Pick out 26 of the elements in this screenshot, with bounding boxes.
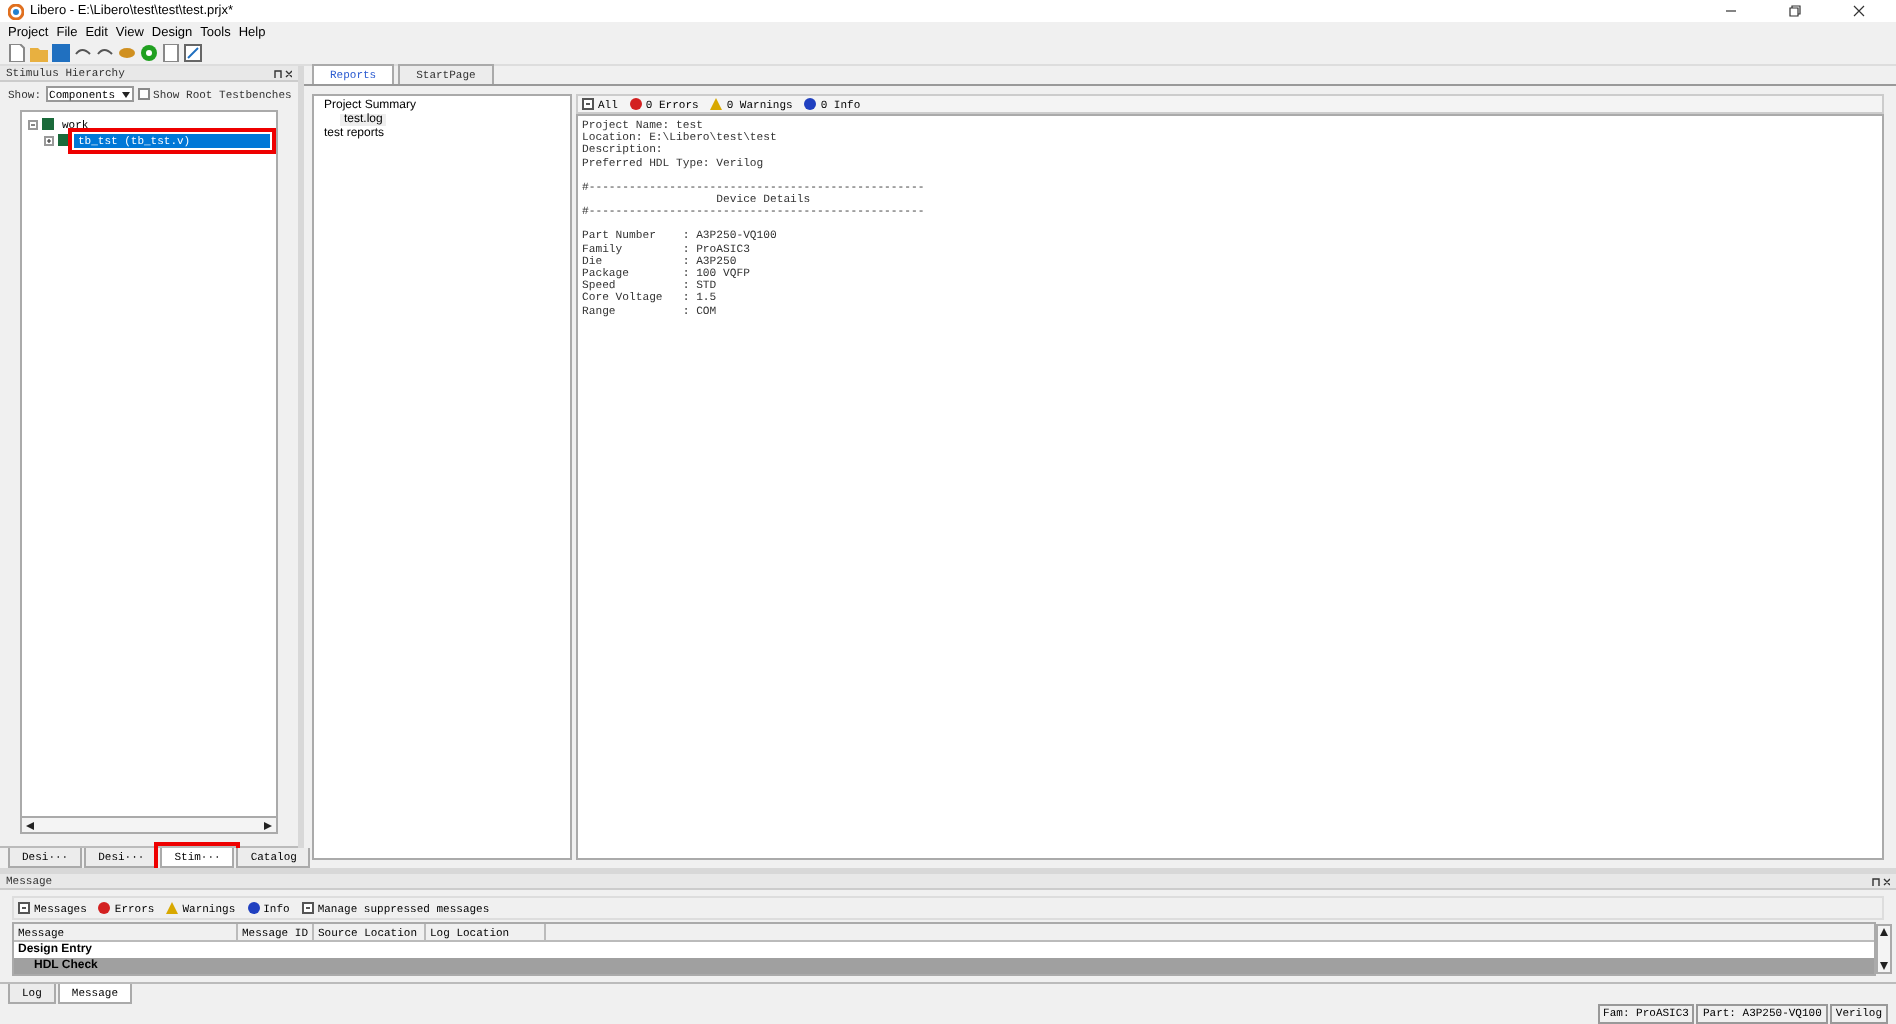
list-icon xyxy=(18,902,30,914)
list-icon xyxy=(301,902,314,914)
caret-icon[interactable] xyxy=(121,91,130,97)
run-icon[interactable] xyxy=(140,44,158,62)
horizontal-scrollbar[interactable] xyxy=(20,818,278,834)
checkbox[interactable] xyxy=(137,88,150,100)
close-icon[interactable] xyxy=(1852,4,1866,18)
warning-icon xyxy=(710,98,723,110)
minimize-icon[interactable] xyxy=(1724,4,1738,18)
scroll-up-icon[interactable] xyxy=(1880,928,1888,936)
vertical-scrollbar[interactable] xyxy=(1876,924,1892,974)
error-icon xyxy=(629,98,642,110)
info-icon xyxy=(247,902,260,914)
document-icon[interactable] xyxy=(162,44,180,62)
info-icon xyxy=(804,98,817,110)
new-file-icon[interactable] xyxy=(8,44,26,62)
warning-icon xyxy=(166,902,179,914)
error-icon xyxy=(98,902,111,914)
expander-icon[interactable] xyxy=(28,119,38,129)
pin-close-icon[interactable] xyxy=(1872,877,1890,885)
edit-icon[interactable] xyxy=(184,44,202,62)
pin-close-icon[interactable] xyxy=(274,69,292,77)
scroll-down-icon[interactable] xyxy=(1880,962,1888,970)
app-logo-icon xyxy=(8,3,24,19)
expander-icon[interactable] xyxy=(44,135,54,145)
restore-icon[interactable] xyxy=(1788,4,1802,18)
